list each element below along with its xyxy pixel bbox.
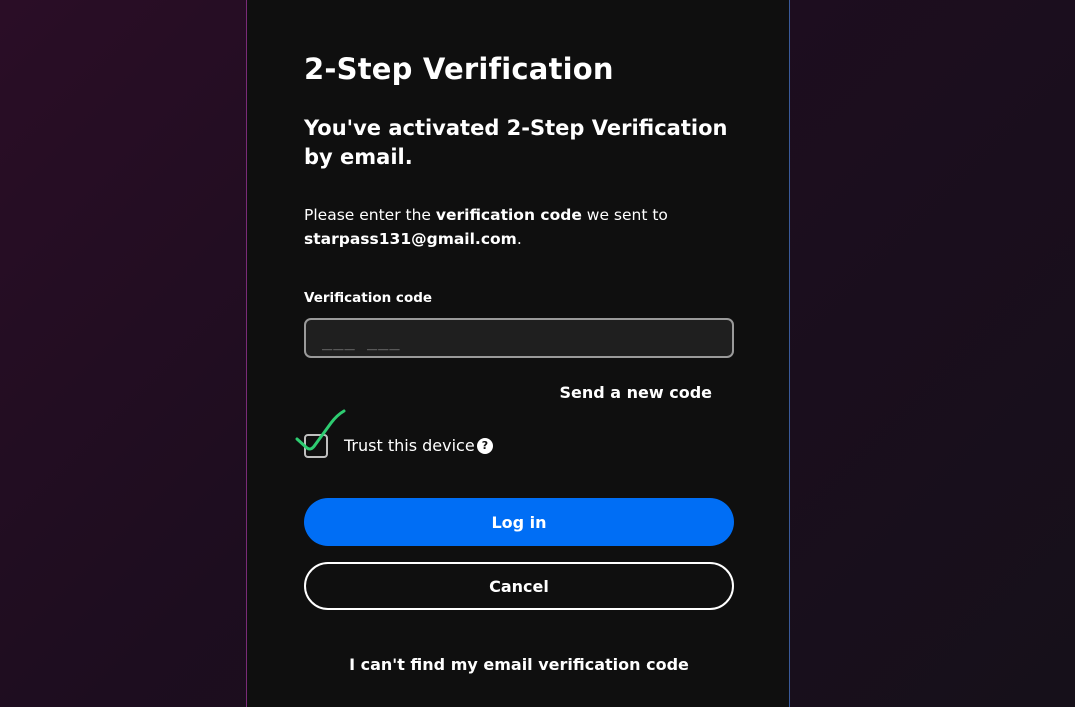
help-icon[interactable]: ? (477, 438, 493, 454)
recipient-email: starpass131@gmail.com (304, 230, 517, 248)
instructions-emphasis: verification code (435, 206, 582, 224)
page-title: 2-Step Verification (304, 52, 614, 86)
verification-code-label: Verification code (304, 290, 433, 306)
instructions-text: Please enter the verification code we se… (304, 203, 734, 251)
login-button[interactable]: Log in (304, 498, 734, 546)
cant-find-code-link[interactable]: I can't find my email verification code (304, 655, 734, 674)
trust-device-checkbox[interactable] (304, 434, 328, 458)
verification-card: 2-Step Verification You've activated 2-S… (246, 0, 790, 707)
instructions-prefix: Please enter the (304, 206, 436, 224)
trust-device-label: Trust this device (344, 436, 475, 455)
page-subtitle: You've activated 2-Step Verification by … (304, 116, 728, 169)
verification-code-input[interactable] (304, 318, 734, 358)
trust-device-row: Trust this device ? (295, 409, 604, 459)
cancel-button[interactable]: Cancel (304, 562, 734, 610)
send-new-code-link[interactable]: Send a new code (559, 383, 712, 402)
instructions-middle: we sent to (581, 206, 668, 224)
instructions-suffix: . (516, 230, 522, 248)
